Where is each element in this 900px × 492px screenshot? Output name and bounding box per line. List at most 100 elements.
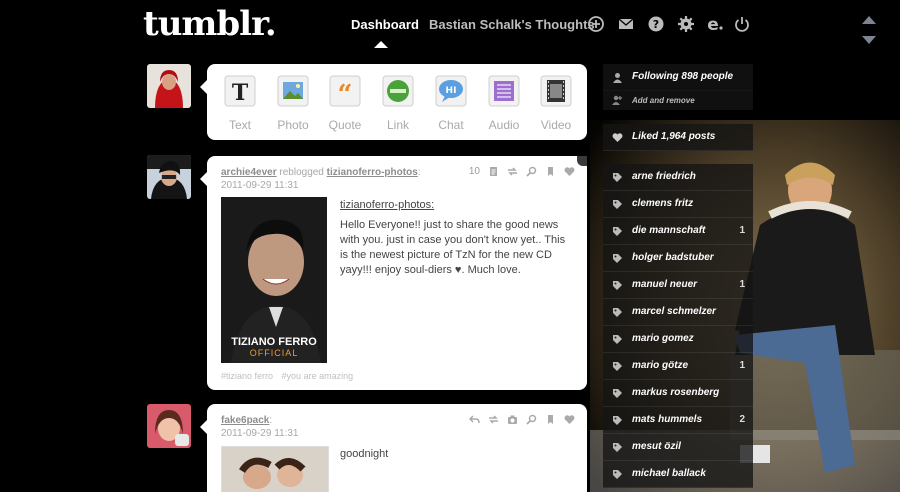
post-type-bar: T Text Photo “ Quote Link HI Chat Audio (200, 64, 587, 140)
text-icon: T (222, 73, 258, 109)
sidebar-tag-item[interactable]: mats hummels 2 (603, 407, 753, 434)
svg-text:e: e (707, 15, 719, 33)
post-photo[interactable] (221, 446, 329, 492)
post-type-video[interactable]: Video (534, 73, 578, 132)
sidebar-tag-item[interactable]: clemens fritz (603, 191, 753, 218)
notes-count[interactable]: 10 (469, 166, 480, 177)
tag-icon (612, 388, 623, 399)
add-remove-label: Add and remove (632, 96, 695, 105)
svg-text:“: “ (338, 80, 353, 109)
sidebar-tag-item[interactable]: mesut özil (603, 434, 753, 461)
avatar-fake6pack[interactable] (147, 404, 191, 448)
post-header: fake6pack: 2011-09-29 11:31 (221, 415, 299, 439)
reblog-icon[interactable] (507, 166, 518, 177)
active-nav-indicator (374, 41, 388, 48)
add-remove-link[interactable]: Add and remove (603, 90, 753, 110)
scroll-up-arrow[interactable] (862, 16, 876, 24)
post-source-link[interactable]: tizianoferro-photos: (340, 199, 434, 211)
post-controls: 10 (469, 166, 575, 177)
sidebar-tag-item[interactable]: mario gomez (603, 326, 753, 353)
post-tags: #tiziano ferro #you are amazing (221, 371, 359, 381)
post-photo[interactable]: TIZIANO FERRO OFFICIAL (221, 197, 327, 363)
svg-text:HI: HI (446, 86, 457, 96)
reply-icon[interactable] (469, 414, 480, 425)
following-link[interactable]: Following 898 people (603, 64, 753, 91)
sidebar-tag-item[interactable]: michael ballack (603, 461, 753, 488)
chat-icon: HI (433, 73, 469, 109)
post-date: 2011-09-29 11:31 (221, 428, 299, 439)
search-icon[interactable] (526, 166, 537, 177)
post-tag[interactable]: #tiziano ferro (221, 371, 273, 381)
sidebar-tag-item[interactable]: arne friedrich (603, 164, 753, 191)
post-tag[interactable]: #you are amazing (282, 371, 354, 381)
post-body: Hello Everyone!! just to share the good … (340, 219, 566, 276)
post-type-quote[interactable]: “ Quote (323, 73, 367, 132)
sidebar-tag-item[interactable]: markus rosenberg (603, 380, 753, 407)
post-author-link[interactable]: fake6pack (221, 415, 269, 426)
mail-icon[interactable] (617, 15, 635, 33)
bookmark-icon[interactable] (545, 166, 556, 177)
post-type-label: Video (540, 118, 572, 132)
sidebar-tag-label: mats hummels (632, 414, 703, 425)
nav-dashboard[interactable]: Dashboard (351, 17, 419, 32)
post-type-label: Audio (488, 118, 520, 132)
post-type-label: Quote (328, 118, 362, 132)
sidebar-tag-item[interactable]: marcel schmelzer (603, 299, 753, 326)
post-action: reblogged (279, 167, 324, 178)
sidebar-tag-label: manuel neuer (632, 279, 698, 290)
tag-icon (612, 253, 623, 264)
tag-icon (612, 415, 623, 426)
post-type-link[interactable]: Link (376, 73, 420, 132)
tumblr-logo[interactable]: tumblr. (143, 4, 277, 44)
help-icon[interactable]: ? (647, 15, 665, 33)
post-type-photo[interactable]: Photo (271, 73, 315, 132)
like-heart-icon[interactable] (564, 166, 575, 177)
reblog-icon[interactable] (488, 414, 499, 425)
avatar-self[interactable] (147, 64, 191, 108)
sidebar-tag-label: clemens fritz (632, 198, 694, 209)
post-type-label: Chat (438, 118, 464, 132)
nav-blog-link[interactable]: Bastian Schalk's Thoughts (429, 17, 595, 32)
post-header: archie4ever reblogged tizianoferro-photo… (221, 167, 421, 191)
post-type-chat[interactable]: HI Chat (429, 73, 473, 132)
like-heart-icon[interactable] (564, 414, 575, 425)
liked-posts-link[interactable]: Liked 1,964 posts (603, 124, 753, 151)
power-icon[interactable] (733, 15, 751, 33)
tag-icon (612, 199, 623, 210)
sidebar-tag-label: markus rosenberg (632, 387, 720, 398)
sidebar-tag-label: mario gomez (632, 333, 694, 344)
post-author-link[interactable]: archie4ever (221, 167, 277, 178)
sidebar-tag-item[interactable]: die mannschaft 1 (603, 218, 753, 245)
sidebar-tag-count: 2 (739, 414, 745, 425)
avatar-archie4ever[interactable] (147, 155, 191, 199)
photo-caption-official: OFFICIAL (249, 348, 299, 358)
following-icon (612, 72, 623, 83)
post-type-label: Text (228, 118, 251, 132)
bookmark-icon[interactable] (545, 414, 556, 425)
camera-icon[interactable] (507, 414, 518, 425)
sidebar-tag-item[interactable]: holger badstuber (603, 245, 753, 272)
sidebar-tag-label: arne friedrich (632, 171, 696, 182)
scroll-down-arrow[interactable] (862, 36, 876, 44)
sidebar-tag-label: holger badstuber (632, 252, 714, 263)
post-type-label: Photo (277, 118, 309, 132)
post-date: 2011-09-29 11:31 (221, 180, 299, 191)
tag-icon (612, 361, 623, 372)
notes-icon[interactable] (488, 166, 499, 177)
post-source-user-link[interactable]: tizianoferro-photos (327, 167, 418, 178)
heart-icon (612, 132, 623, 143)
sidebar-tag-label: marcel schmelzer (632, 306, 716, 317)
tag-icon (612, 334, 623, 345)
post-type-text[interactable]: T Text (218, 73, 262, 132)
tag-icon (612, 280, 623, 291)
sidebar-tag-count: 1 (739, 225, 745, 236)
sidebar-tag-item[interactable]: manuel neuer 1 (603, 272, 753, 299)
sidebar-tag-item[interactable]: mario götze 1 (603, 353, 753, 380)
post-corner-fold (577, 156, 587, 166)
edit-icon[interactable]: e (705, 15, 723, 35)
search-icon[interactable] (526, 414, 537, 425)
plus-circle-icon[interactable] (587, 15, 605, 33)
sidebar-tag-label: mario götze (632, 360, 689, 371)
gear-icon[interactable] (677, 15, 695, 33)
post-type-audio[interactable]: Audio (482, 73, 526, 132)
